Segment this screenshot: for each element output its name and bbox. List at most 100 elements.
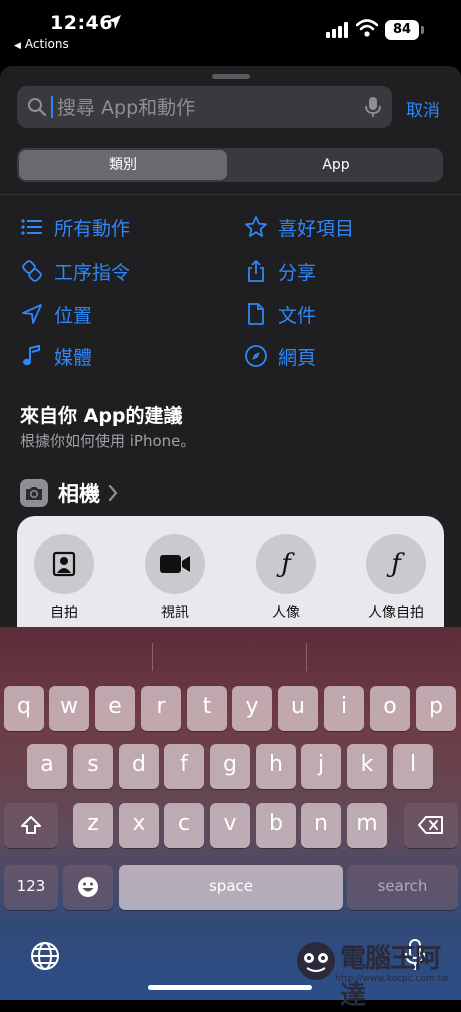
key-d[interactable]: d <box>119 744 159 789</box>
watermark-url: http://www.kocpc.com.tw <box>335 974 449 984</box>
space-key[interactable]: space <box>119 865 343 910</box>
key-m[interactable]: m <box>347 803 387 848</box>
emoji-key[interactable] <box>63 865 113 910</box>
divider <box>0 194 461 195</box>
category-label: 所有動作 <box>54 217 131 240</box>
category-share[interactable]: 分享 <box>244 256 316 286</box>
action-portrait-selfie[interactable]: ƒ 人像自拍 <box>346 534 446 622</box>
key-j[interactable]: j <box>301 744 341 789</box>
key-h[interactable]: h <box>256 744 296 789</box>
key-v[interactable]: v <box>210 803 250 848</box>
key-y[interactable]: y <box>232 686 272 731</box>
key-i[interactable]: i <box>324 686 364 731</box>
category-label: 喜好項目 <box>278 217 355 240</box>
key-b[interactable]: b <box>256 803 296 848</box>
key-g[interactable]: g <box>210 744 250 789</box>
category-label: 媒體 <box>54 346 93 369</box>
search-input[interactable] <box>55 93 359 123</box>
music-note-icon <box>20 344 44 368</box>
key-q[interactable]: q <box>4 686 44 731</box>
category-all-actions[interactable]: 所有動作 <box>20 212 130 242</box>
home-indicator[interactable] <box>148 985 312 990</box>
status-bar: 12:46 ◀ Actions 84 <box>0 0 461 60</box>
cancel-button[interactable]: 取消 <box>406 96 440 121</box>
action-video[interactable]: 視訊 <box>125 534 225 622</box>
wifi-icon <box>356 19 378 37</box>
key-r[interactable]: r <box>141 686 181 731</box>
search-icon <box>28 98 47 117</box>
sheet-grabber[interactable] <box>212 74 250 79</box>
category-favorites[interactable]: 喜好項目 <box>244 212 354 242</box>
key-a[interactable]: a <box>27 744 67 789</box>
action-selfie[interactable]: 自拍 <box>14 534 114 622</box>
watermark: 電腦王阿達 http://www.kocpc.com.tw <box>295 932 455 1011</box>
key-x[interactable]: x <box>119 803 159 848</box>
action-label: 自拍 <box>50 605 78 621</box>
category-shortcuts[interactable]: 工序指令 <box>20 256 130 286</box>
back-app-label: Actions <box>24 37 69 51</box>
search-return-key[interactable]: search <box>347 865 458 910</box>
key-n[interactable]: n <box>301 803 341 848</box>
shift-key[interactable] <box>4 803 58 848</box>
action-label: 人像自拍 <box>368 605 424 621</box>
key-e[interactable]: e <box>95 686 135 731</box>
key-p[interactable]: p <box>416 686 456 731</box>
category-label: 位置 <box>54 304 93 327</box>
f-aperture-icon: ƒ <box>256 534 316 594</box>
action-picker-sheet: 取消 類別 App 所有動作 喜好項目 工序指令 分享 位置 文件 媒體 網頁 … <box>0 66 461 676</box>
prediction-divider <box>306 643 307 671</box>
action-label: 視訊 <box>161 605 189 621</box>
search-bar[interactable] <box>17 86 392 128</box>
category-label: 網頁 <box>278 346 317 369</box>
key-o[interactable]: o <box>370 686 410 731</box>
suggestions-subtitle: 根據你如何使用 iPhone。 <box>20 432 196 450</box>
category-location[interactable]: 位置 <box>20 299 92 329</box>
shortcuts-icon <box>20 259 44 283</box>
segmented-control: 類別 App <box>17 148 443 182</box>
f-aperture-icon: ƒ <box>366 534 426 594</box>
numbers-key[interactable]: 123 <box>4 865 58 910</box>
compass-icon <box>244 344 268 368</box>
clock: 12:46 <box>50 12 113 34</box>
key-z[interactable]: z <box>73 803 113 848</box>
back-triangle-icon: ◀ <box>14 41 21 51</box>
shift-icon <box>21 816 41 834</box>
mascot-logo-icon <box>297 942 335 980</box>
segment-categories[interactable]: 類別 <box>19 150 227 180</box>
location-arrow-icon <box>20 302 44 326</box>
key-k[interactable]: k <box>347 744 387 789</box>
share-icon <box>244 259 268 283</box>
list-icon <box>20 215 44 239</box>
category-web[interactable]: 網頁 <box>244 341 316 371</box>
key-c[interactable]: c <box>164 803 204 848</box>
globe-icon[interactable] <box>30 941 60 971</box>
delete-key[interactable] <box>404 803 458 848</box>
back-to-app-link[interactable]: ◀ Actions <box>14 37 69 51</box>
selfie-portrait-icon <box>34 534 94 594</box>
category-media[interactable]: 媒體 <box>20 341 92 371</box>
document-icon <box>244 302 268 326</box>
microphone-icon[interactable] <box>365 96 381 118</box>
keyboard: q w e r t y u i o p a s d f g h j k l z … <box>0 627 461 1011</box>
key-u[interactable]: u <box>278 686 318 731</box>
key-s[interactable]: s <box>73 744 113 789</box>
action-portrait[interactable]: ƒ 人像 <box>236 534 336 622</box>
app-name: 相機 <box>58 482 100 506</box>
action-label: 人像 <box>272 605 300 621</box>
camera-app-icon <box>20 479 48 507</box>
battery-indicator: 84 <box>385 20 424 40</box>
video-camera-icon <box>145 534 205 594</box>
cellular-signal-icon <box>326 22 348 38</box>
key-f[interactable]: f <box>164 744 204 789</box>
star-icon <box>244 215 268 239</box>
key-w[interactable]: w <box>49 686 89 731</box>
app-camera-header[interactable]: 相機 <box>20 478 118 508</box>
prediction-divider <box>152 643 153 671</box>
segment-app[interactable]: App <box>231 150 441 180</box>
category-label: 工序指令 <box>54 261 131 284</box>
text-cursor <box>51 96 53 118</box>
key-l[interactable]: l <box>393 744 433 789</box>
category-documents[interactable]: 文件 <box>244 299 316 329</box>
category-label: 分享 <box>278 261 317 284</box>
key-t[interactable]: t <box>187 686 227 731</box>
